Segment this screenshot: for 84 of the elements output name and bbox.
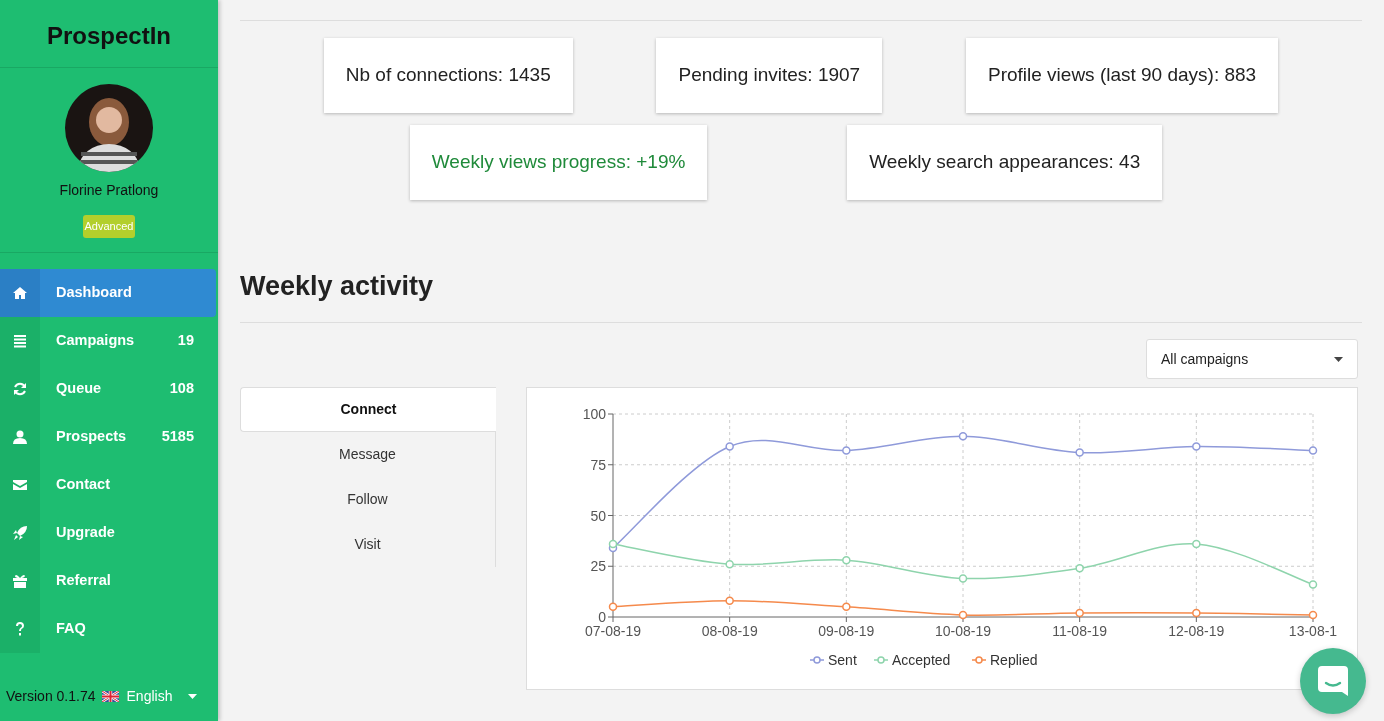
brand-title: ProspectIn — [0, 0, 218, 68]
x-tick-label: 13-08-1 — [1288, 623, 1338, 640]
stat-card: Nb of connections: 1435 — [323, 38, 573, 113]
nav-item[interactable]: Campaigns 19 — [0, 316, 216, 365]
data-point — [608, 540, 618, 549]
campaign-select[interactable]: All campaigns — [1146, 339, 1358, 380]
legend-label: Sent — [828, 652, 857, 669]
y-tick-label: 50 — [590, 507, 606, 524]
tab[interactable]: Visit — [240, 522, 496, 568]
home-icon — [12, 284, 28, 301]
stat-card: Weekly views progress: +19% — [409, 125, 708, 200]
refresh-icon — [12, 380, 28, 397]
count-label: 19 — [177, 330, 194, 350]
nav-item[interactable]: Contact — [0, 460, 216, 509]
x-tick-label: 12-08-19 — [1168, 623, 1225, 640]
data-point — [725, 442, 734, 452]
x-tick-label: 11-08-19 — [1052, 623, 1108, 640]
data-point — [1192, 540, 1201, 549]
data-point — [842, 603, 851, 612]
nav-item[interactable]: Prospects 5185 — [0, 412, 216, 461]
legend-label: Replied — [990, 652, 1038, 669]
chat-button[interactable] — [1300, 648, 1366, 714]
user-icon — [12, 428, 28, 445]
nav-item[interactable]: Upgrade — [0, 508, 216, 557]
data-point — [1308, 580, 1318, 590]
data-point — [608, 603, 618, 612]
nav-item[interactable]: Queue 108 — [0, 364, 216, 413]
nav-item[interactable]: FAQ — [0, 604, 216, 653]
data-point — [1308, 446, 1318, 456]
x-tick-label: 07-08-19 — [585, 623, 641, 640]
legend-marker-icon — [971, 656, 987, 665]
legend-marker-icon — [809, 656, 825, 665]
list-icon — [12, 332, 28, 349]
tab[interactable]: Connect — [240, 387, 496, 433]
x-tick-label: 08-08-19 — [701, 623, 758, 640]
nav-item[interactable]: Referral — [0, 556, 216, 605]
data-point — [1308, 611, 1318, 620]
stat-card: Weekly search appearances: 43 — [847, 125, 1163, 200]
x-tick-label: 10-08-19 — [935, 623, 991, 640]
data-point — [842, 446, 851, 456]
stat-card: Pending invites: 1907 — [656, 38, 883, 113]
nav-label: Contact — [56, 474, 111, 494]
nav-label: Campaigns — [56, 330, 136, 350]
nav-label: Dashboard — [56, 282, 133, 302]
count-label: 108 — [169, 378, 194, 398]
user-name: Florine Pratlong — [59, 181, 159, 200]
data-point — [1075, 448, 1084, 458]
data-point — [725, 596, 734, 606]
stat-card: Profile views (last 90 days): 883 — [965, 38, 1279, 113]
section-title: Weekly activity — [240, 270, 435, 303]
nav-label: Referral — [56, 570, 112, 590]
data-point — [725, 560, 734, 569]
legend-marker-icon — [873, 656, 889, 665]
data-point — [1192, 609, 1201, 618]
rocket-icon — [12, 524, 28, 541]
x-tick-label: 09-08-19 — [818, 623, 875, 640]
nav-label: Prospects — [56, 426, 128, 446]
caret-icon — [1334, 356, 1343, 362]
nav-item[interactable]: Dashboard — [0, 268, 216, 317]
tab[interactable]: Follow — [240, 477, 496, 523]
tab[interactable]: Message — [240, 432, 496, 478]
flag-icon — [101, 691, 119, 702]
data-point — [958, 432, 968, 441]
y-tick-label: 0 — [598, 609, 606, 626]
nav-label: Queue — [56, 378, 103, 398]
data-point — [1192, 442, 1201, 452]
y-tick-label: 100 — [582, 406, 606, 423]
gift-icon — [12, 572, 28, 589]
language-selector[interactable]: English — [101, 686, 198, 707]
count-label: 5185 — [161, 426, 194, 446]
data-point — [1075, 564, 1084, 573]
nav-label: Upgrade — [56, 522, 116, 542]
data-point — [958, 611, 968, 620]
version-text: Version 0.1.74 — [6, 687, 96, 706]
plan-badge: Advanced — [82, 215, 136, 238]
caret-icon — [188, 694, 198, 699]
nav-label: FAQ — [56, 618, 87, 638]
y-tick-label: 75 — [590, 457, 606, 474]
y-tick-label: 25 — [590, 558, 606, 575]
chat-icon — [1316, 664, 1350, 698]
legend-label: Accepted — [892, 652, 951, 669]
data-point — [1075, 609, 1084, 618]
data-point — [842, 556, 851, 565]
data-point — [958, 574, 968, 584]
